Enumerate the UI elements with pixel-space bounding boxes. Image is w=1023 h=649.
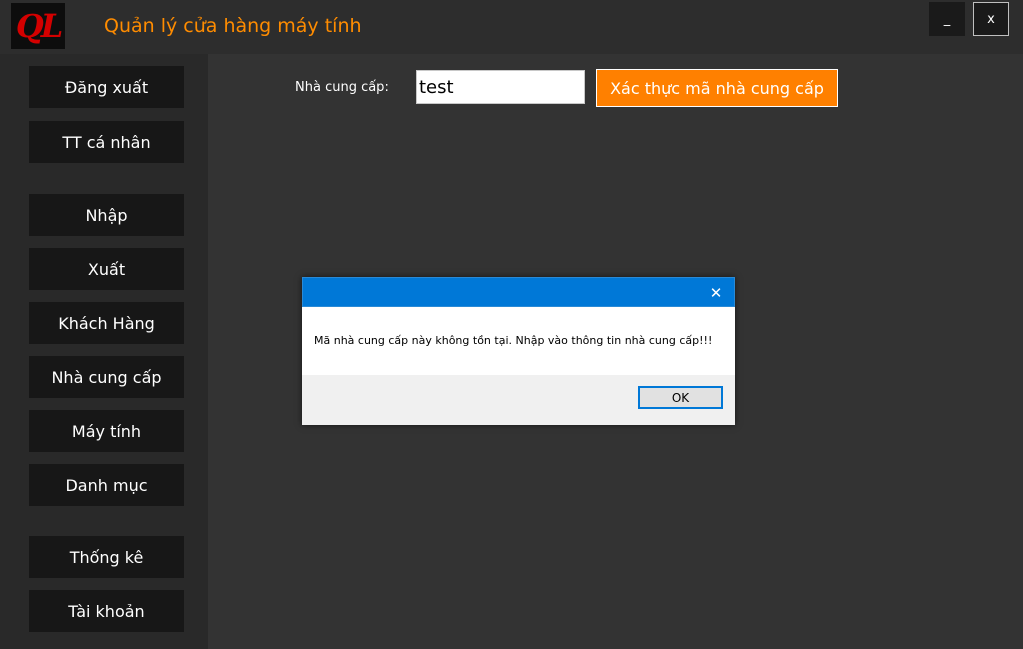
- sidebar-item-export[interactable]: Xuất: [29, 248, 184, 290]
- app-title: Quản lý cửa hàng máy tính: [104, 15, 362, 37]
- app-logo: QL: [11, 3, 65, 49]
- dialog-message: Mã nhà cung cấp này không tồn tại. Nhập …: [314, 334, 713, 347]
- dialog-body: Mã nhà cung cấp này không tồn tại. Nhập …: [302, 307, 735, 375]
- dialog-title-bar: ✕: [302, 277, 735, 307]
- close-button[interactable]: x: [973, 2, 1009, 36]
- dialog-close-icon[interactable]: ✕: [706, 283, 726, 303]
- minimize-button[interactable]: _: [929, 2, 965, 36]
- verify-supplier-button[interactable]: Xác thực mã nhà cung cấp: [596, 69, 838, 107]
- dialog-footer: OK: [302, 375, 735, 425]
- sidebar-item-logout[interactable]: Đăng xuất: [29, 66, 184, 108]
- sidebar-item-computers[interactable]: Máy tính: [29, 410, 184, 452]
- sidebar: Đăng xuất TT cá nhân Nhập Xuất Khách Hàn…: [0, 54, 208, 649]
- sidebar-item-accounts[interactable]: Tài khoản: [29, 590, 184, 632]
- ok-button[interactable]: OK: [638, 386, 723, 409]
- title-bar: QL Quản lý cửa hàng máy tính _ x: [0, 0, 1023, 54]
- message-dialog: ✕ Mã nhà cung cấp này không tồn tại. Nhậ…: [302, 277, 735, 425]
- sidebar-item-customers[interactable]: Khách Hàng: [29, 302, 184, 344]
- sidebar-item-categories[interactable]: Danh mục: [29, 464, 184, 506]
- sidebar-item-import[interactable]: Nhập: [29, 194, 184, 236]
- sidebar-item-profile[interactable]: TT cá nhân: [29, 121, 184, 163]
- sidebar-item-statistics[interactable]: Thống kê: [29, 536, 184, 578]
- supplier-label: Nhà cung cấp:: [295, 80, 389, 95]
- supplier-code-input[interactable]: [416, 70, 585, 104]
- sidebar-item-suppliers[interactable]: Nhà cung cấp: [29, 356, 184, 398]
